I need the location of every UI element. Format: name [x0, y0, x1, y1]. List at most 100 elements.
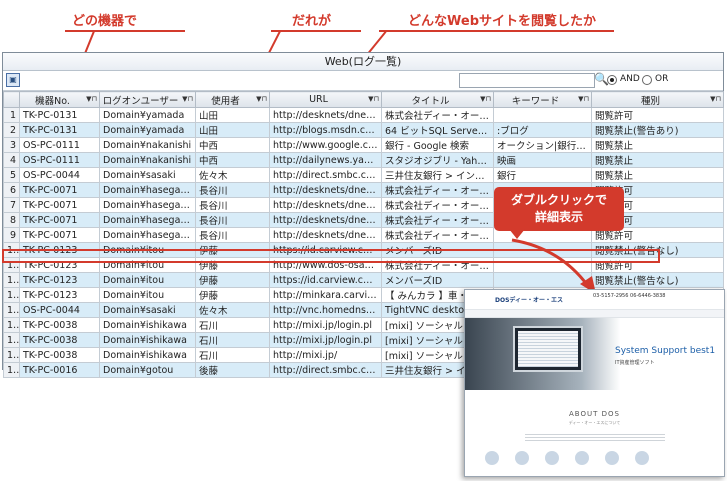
filter-icon[interactable]: ▼⊓	[86, 95, 97, 103]
cell-device[interactable]: TK-PC-0123	[19, 287, 100, 303]
cell-device[interactable]: TK-PC-0038	[19, 347, 100, 363]
cell-user[interactable]: Domain¥sasaki	[99, 302, 196, 318]
header-type[interactable]: 種別 ▼⊓	[591, 91, 724, 108]
cell-keyword[interactable]: :ブログ	[493, 122, 592, 138]
cell-keyword[interactable]: オークション|銀行|証券	[493, 137, 592, 153]
cell-url[interactable]: http://mixi.jp/login.pl	[269, 317, 382, 333]
cell-title[interactable]: 銀行 - Google 検索	[381, 137, 494, 153]
cell-user[interactable]: Domain¥yamada	[99, 107, 196, 123]
cell-user[interactable]: Domain¥ishikawa	[99, 332, 196, 348]
cell-url[interactable]: http://www.dos-osak…	[269, 257, 382, 273]
cell-type[interactable]: 閲覧許可	[591, 257, 724, 273]
cell-user[interactable]: Domain¥itou	[99, 272, 196, 288]
or-radio[interactable]	[642, 75, 652, 85]
cell-title[interactable]: 株式会社ディー・オー・エス…	[381, 257, 494, 273]
cell-title[interactable]: 三井住友銀行 > インタ…	[381, 167, 494, 183]
cell-person[interactable]: 佐々木	[195, 167, 270, 183]
header-title[interactable]: タイトル ▼⊓	[381, 91, 494, 108]
cell-person[interactable]: 伊藤	[195, 257, 270, 273]
cell-user[interactable]: Domain¥hasegawa	[99, 212, 196, 228]
cell-person[interactable]: 長谷川	[195, 212, 270, 228]
cell-person[interactable]: 石川	[195, 317, 270, 333]
header-keyword[interactable]: キーワード ▼⊓	[493, 91, 592, 108]
website-preview[interactable]: DOSディー・オー・エス 03-5157-2956 06-6446-3838 S…	[464, 289, 725, 477]
cell-title[interactable]: 株式会社ディー・オー・エス…	[381, 182, 494, 198]
cell-person[interactable]: 中西	[195, 152, 270, 168]
cell-url[interactable]: http://blogs.msdn.com/…	[269, 122, 382, 138]
cell-url[interactable]: http://desknets/dnet.ex…	[269, 212, 382, 228]
cell-device[interactable]: OS-PC-0111	[19, 137, 100, 153]
cell-type[interactable]: 閲覧禁止	[591, 137, 724, 153]
cell-device[interactable]: OS-PC-0044	[19, 167, 100, 183]
cell-url[interactable]: http://direct.smbc.co.jp…	[269, 167, 382, 183]
filter-icon[interactable]: ▼⊓	[480, 95, 491, 103]
cell-type[interactable]: 閲覧禁止(警告なし)	[591, 272, 724, 288]
cell-title[interactable]: 64 ビットSQL Server か…	[381, 122, 494, 138]
cell-url[interactable]: https://id.carview.co.jp/…	[269, 272, 382, 288]
cell-type[interactable]: 閲覧禁止	[591, 152, 724, 168]
cell-user[interactable]: Domain¥sasaki	[99, 167, 196, 183]
table-row[interactable]: 1 TK-PC-0131 Domain¥yamada 山田 http://desknet…	[3, 107, 724, 123]
cell-device[interactable]: TK-PC-0131	[19, 107, 100, 123]
cell-url[interactable]: https://id.carview.co.jp/…	[269, 242, 382, 258]
cell-person[interactable]: 伊藤	[195, 242, 270, 258]
header-url[interactable]: URL ▼⊓	[269, 91, 382, 108]
cell-person[interactable]: 山田	[195, 107, 270, 123]
cell-device[interactable]: TK-PC-0123	[19, 257, 100, 273]
cell-url[interactable]: http://desknets/dnet.ex…	[269, 182, 382, 198]
cell-url[interactable]: http://vnc.homedns.org…	[269, 302, 382, 318]
cell-device[interactable]: TK-PC-0016	[19, 362, 100, 378]
cell-device[interactable]: TK-PC-0071	[19, 182, 100, 198]
cell-person[interactable]: 佐々木	[195, 302, 270, 318]
cell-device[interactable]: TK-PC-0071	[19, 212, 100, 228]
cell-person[interactable]: 中西	[195, 137, 270, 153]
cell-url[interactable]: http://mixi.jp/	[269, 347, 382, 363]
and-radio[interactable]	[607, 75, 617, 85]
search-input[interactable]	[459, 73, 595, 88]
cell-person[interactable]: 伊藤	[195, 272, 270, 288]
cell-user[interactable]: Domain¥itou	[99, 257, 196, 273]
cell-user[interactable]: Domain¥hasegawa	[99, 197, 196, 213]
cell-title[interactable]: メンバーズID	[381, 272, 494, 288]
cell-type[interactable]: 閲覧禁止(警告あり)	[591, 122, 724, 138]
cell-person[interactable]: 長谷川	[195, 227, 270, 243]
cell-device[interactable]: TK-PC-0131	[19, 122, 100, 138]
cell-person[interactable]: 石川	[195, 347, 270, 363]
cell-keyword[interactable]	[493, 107, 592, 123]
cell-url[interactable]: http://minkara.carview…	[269, 287, 382, 303]
cell-url[interactable]: http://www.google.com…	[269, 137, 382, 153]
cell-title[interactable]: 株式会社ディー・オー・エス…	[381, 227, 494, 243]
cell-url[interactable]: http://dailynews.yahoo…	[269, 152, 382, 168]
cell-url[interactable]: http://desknets/dnet.ex…	[269, 107, 382, 123]
cell-user[interactable]: Domain¥ishikawa	[99, 317, 196, 333]
cell-type[interactable]: 閲覧許可	[591, 107, 724, 123]
cell-user[interactable]: Domain¥nakanishi	[99, 152, 196, 168]
filter-icon[interactable]: ▼⊓	[368, 95, 379, 103]
cell-user[interactable]: Domain¥itou	[99, 287, 196, 303]
cell-person[interactable]: 長谷川	[195, 182, 270, 198]
cell-keyword[interactable]: 映画	[493, 152, 592, 168]
filter-icon[interactable]: ▼⊓	[578, 95, 589, 103]
cell-title[interactable]: 株式会社ディー・オー・エス…	[381, 212, 494, 228]
header-logon-user[interactable]: ログオンユーザー ▼⊓	[99, 91, 196, 108]
cell-user[interactable]: Domain¥hasegawa	[99, 182, 196, 198]
filter-icon[interactable]: ▼⊓	[182, 95, 193, 103]
cell-person[interactable]: 後藤	[195, 362, 270, 378]
cell-device[interactable]: OS-PC-0111	[19, 152, 100, 168]
cell-url[interactable]: http://desknets/dnet.ex…	[269, 197, 382, 213]
export-icon[interactable]: ▣	[6, 73, 20, 87]
cell-title[interactable]: スタジオジブリ - Yahoo!ニ…	[381, 152, 494, 168]
cell-user[interactable]: Domain¥hasegawa	[99, 227, 196, 243]
cell-user[interactable]: Domain¥itou	[99, 242, 196, 258]
table-row[interactable]: 12 TK-PC-0123 Domain¥itou 伊藤 https://id.carv…	[3, 272, 724, 288]
cell-url[interactable]: http://direct.smbc.co.jp…	[269, 362, 382, 378]
cell-device[interactable]: TK-PC-0038	[19, 332, 100, 348]
cell-device[interactable]: OS-PC-0044	[19, 302, 100, 318]
cell-url[interactable]: http://mixi.jp/login.pl	[269, 332, 382, 348]
cell-title[interactable]: 株式会社ディー・オー・エス…	[381, 107, 494, 123]
cell-user[interactable]: Domain¥gotou	[99, 362, 196, 378]
header-device-no[interactable]: 機器No. ▼⊓	[19, 91, 100, 108]
table-row[interactable]: 2 TK-PC-0131 Domain¥yamada 山田 http://blogs.m…	[3, 122, 724, 138]
cell-title[interactable]: メンバーズID	[381, 242, 494, 258]
cell-user[interactable]: Domain¥yamada	[99, 122, 196, 138]
